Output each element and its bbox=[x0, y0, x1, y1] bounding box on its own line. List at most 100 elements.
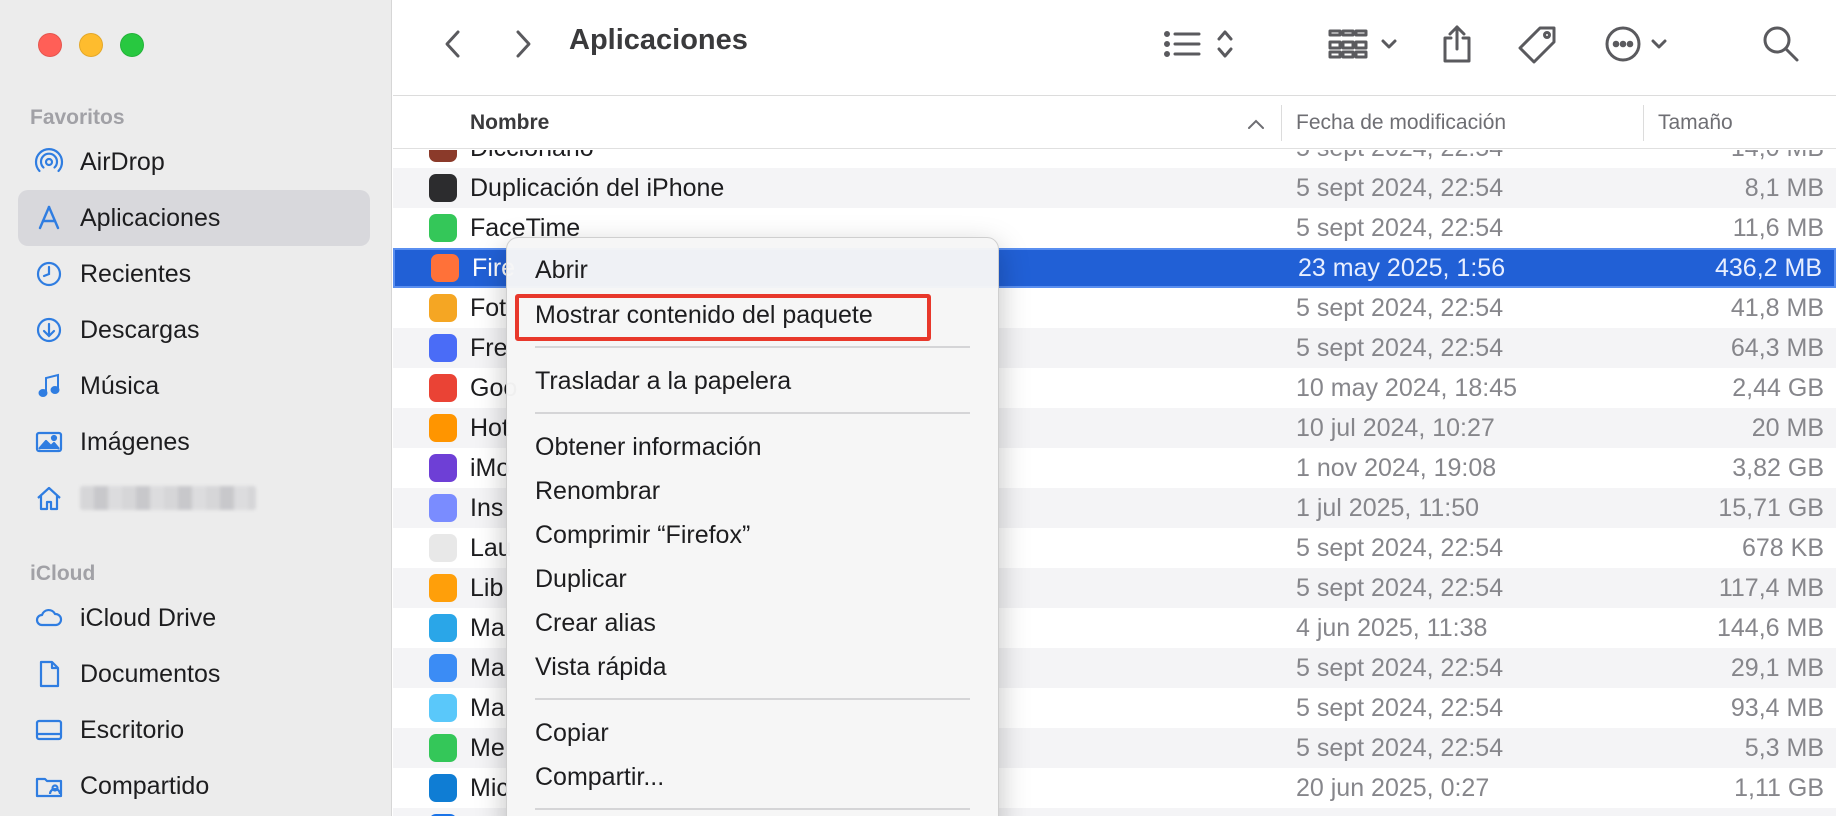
file-name: Ma bbox=[470, 613, 505, 642]
sidebar-item-label: Aplicaciones bbox=[80, 203, 221, 232]
sidebar-item-icloud-drive[interactable]: iCloud Drive bbox=[18, 590, 370, 646]
chevron-right-icon bbox=[516, 30, 531, 58]
file-name: iMo bbox=[470, 453, 511, 482]
close-window-button[interactable] bbox=[38, 33, 62, 57]
menu-item-copy[interactable]: Copiar bbox=[535, 719, 609, 748]
sidebar-item-desktop[interactable]: Escritorio bbox=[18, 702, 370, 758]
file-size: 29,1 MB bbox=[1730, 653, 1824, 682]
airdrop-icon bbox=[34, 147, 64, 177]
column-separator[interactable] bbox=[1281, 105, 1282, 141]
sidebar-item-downloads[interactable]: Descargas bbox=[18, 302, 370, 358]
file-row[interactable]: Duplicación del iPhone 5 sept 2024, 22:54… bbox=[393, 168, 1836, 208]
sidebar-item-label: Descargas bbox=[80, 315, 200, 344]
file-size: 2,44 GB bbox=[1732, 373, 1824, 402]
app-icon bbox=[429, 150, 457, 162]
file-modified-date: 5 sept 2024, 22:54 bbox=[1296, 693, 1504, 722]
forward-button[interactable] bbox=[501, 22, 545, 66]
menu-separator bbox=[535, 412, 970, 414]
file-name: Lib bbox=[470, 573, 504, 602]
column-header: Nombre Fecha de modificación Tamaño bbox=[393, 97, 1836, 149]
file-row[interactable]: Diccionario 5 sept 2024, 22:54 14,0 MB bbox=[393, 150, 1836, 168]
minimize-window-button[interactable] bbox=[79, 33, 103, 57]
menu-item-compress[interactable]: Comprimir “Firefox” bbox=[535, 521, 750, 550]
file-modified-date: 10 may 2024, 18:45 bbox=[1296, 373, 1517, 402]
file-modified-date: 5 sept 2024, 22:54 bbox=[1296, 533, 1504, 562]
column-size-header[interactable]: Tamaño bbox=[1658, 111, 1733, 135]
menu-item-move-to-trash[interactable]: Trasladar a la papelera bbox=[535, 367, 791, 396]
app-icon bbox=[429, 574, 457, 602]
menu-item-quick-look[interactable]: Vista rápida bbox=[535, 653, 667, 682]
file-size: 3,82 GB bbox=[1732, 453, 1824, 482]
column-separator[interactable] bbox=[1643, 105, 1644, 141]
file-modified-date: 20 jun 2025, 0:27 bbox=[1296, 773, 1490, 802]
menu-item-open[interactable]: Abrir bbox=[535, 256, 588, 285]
home-icon bbox=[34, 483, 64, 513]
sidebar-item-label: iCloud Drive bbox=[80, 603, 217, 632]
app-icon bbox=[429, 694, 457, 722]
menu-item-share[interactable]: Compartir... bbox=[535, 763, 664, 792]
redacted-username bbox=[80, 486, 256, 510]
file-size: 144,6 MB bbox=[1716, 613, 1824, 642]
list-view-options-button[interactable] bbox=[1163, 22, 1239, 66]
file-modified-date: 5 sept 2024, 22:54 bbox=[1296, 333, 1504, 362]
file-name: Ma bbox=[470, 693, 505, 722]
file-name: Ins bbox=[470, 493, 504, 522]
file-name: Mic bbox=[470, 773, 509, 802]
sidebar-item-recents[interactable]: Recientes bbox=[18, 246, 370, 302]
back-button[interactable] bbox=[431, 22, 475, 66]
menu-item-make-alias[interactable]: Crear alias bbox=[535, 609, 656, 638]
more-actions-button[interactable] bbox=[1603, 22, 1679, 66]
app-icon bbox=[429, 534, 457, 562]
highlight-annotation bbox=[515, 294, 931, 341]
sidebar-item-airdrop[interactable]: AirDrop bbox=[18, 134, 370, 190]
app-icon bbox=[431, 254, 459, 282]
share-button[interactable] bbox=[1435, 22, 1479, 66]
menu-separator bbox=[535, 346, 970, 348]
column-date-header[interactable]: Fecha de modificación bbox=[1296, 111, 1506, 135]
sort-ascending-icon[interactable] bbox=[1247, 113, 1265, 137]
tag-button[interactable] bbox=[1513, 22, 1563, 66]
sidebar-item-label: AirDrop bbox=[80, 147, 165, 176]
app-icon bbox=[429, 654, 457, 682]
sidebar-item-applications[interactable]: Aplicaciones bbox=[18, 190, 370, 246]
photo-icon bbox=[34, 427, 64, 457]
file-name: Me bbox=[470, 733, 505, 762]
app-icon bbox=[429, 334, 457, 362]
window-controls bbox=[38, 33, 144, 57]
search-button[interactable] bbox=[1759, 22, 1803, 66]
file-modified-date: 23 may 2025, 1:56 bbox=[1298, 253, 1506, 282]
file-modified-date: 1 jul 2025, 11:50 bbox=[1296, 493, 1480, 522]
menu-item-duplicate[interactable]: Duplicar bbox=[535, 565, 627, 594]
sidebar-item-home[interactable] bbox=[18, 470, 370, 526]
group-grid-icon bbox=[1328, 29, 1397, 59]
file-name: Duplicación del iPhone bbox=[470, 173, 725, 202]
search-icon bbox=[1763, 26, 1799, 62]
sidebar-item-music[interactable]: Música bbox=[18, 358, 370, 414]
sidebar-item-shared[interactable]: Compartido bbox=[18, 758, 370, 814]
sidebar-item-label: Imágenes bbox=[80, 427, 190, 456]
file-modified-date: 10 jul 2024, 10:27 bbox=[1296, 413, 1495, 442]
file-modified-date: 5 sept 2024, 22:54 bbox=[1296, 653, 1504, 682]
sidebar-item-documents[interactable]: Documentos bbox=[18, 646, 370, 702]
group-button[interactable] bbox=[1328, 22, 1404, 66]
file-name: Fre bbox=[470, 333, 508, 362]
sidebar-item-images[interactable]: Imágenes bbox=[18, 414, 370, 470]
file-size: 20 MB bbox=[1751, 413, 1824, 442]
file-modified-date: 4 jun 2025, 11:38 bbox=[1296, 613, 1488, 642]
file-modified-date: 5 sept 2024, 22:54 bbox=[1296, 150, 1503, 163]
app-icon bbox=[429, 374, 457, 402]
desktop-icon bbox=[34, 715, 64, 745]
app-icon bbox=[429, 214, 457, 242]
menu-item-rename[interactable]: Renombrar bbox=[535, 477, 660, 506]
file-name: Ma bbox=[470, 653, 505, 682]
file-size: 117,4 MB bbox=[1718, 573, 1824, 602]
app-icon bbox=[429, 614, 457, 642]
file-modified-date: 5 sept 2024, 22:54 bbox=[1296, 293, 1504, 322]
cloud-icon bbox=[34, 603, 64, 633]
menu-item-get-info[interactable]: Obtener información bbox=[535, 433, 762, 462]
file-size: 8,1 MB bbox=[1744, 173, 1824, 202]
chevron-left-icon bbox=[445, 30, 460, 58]
column-name-header[interactable]: Nombre bbox=[470, 111, 549, 135]
download-icon bbox=[34, 315, 64, 345]
zoom-window-button[interactable] bbox=[120, 33, 144, 57]
